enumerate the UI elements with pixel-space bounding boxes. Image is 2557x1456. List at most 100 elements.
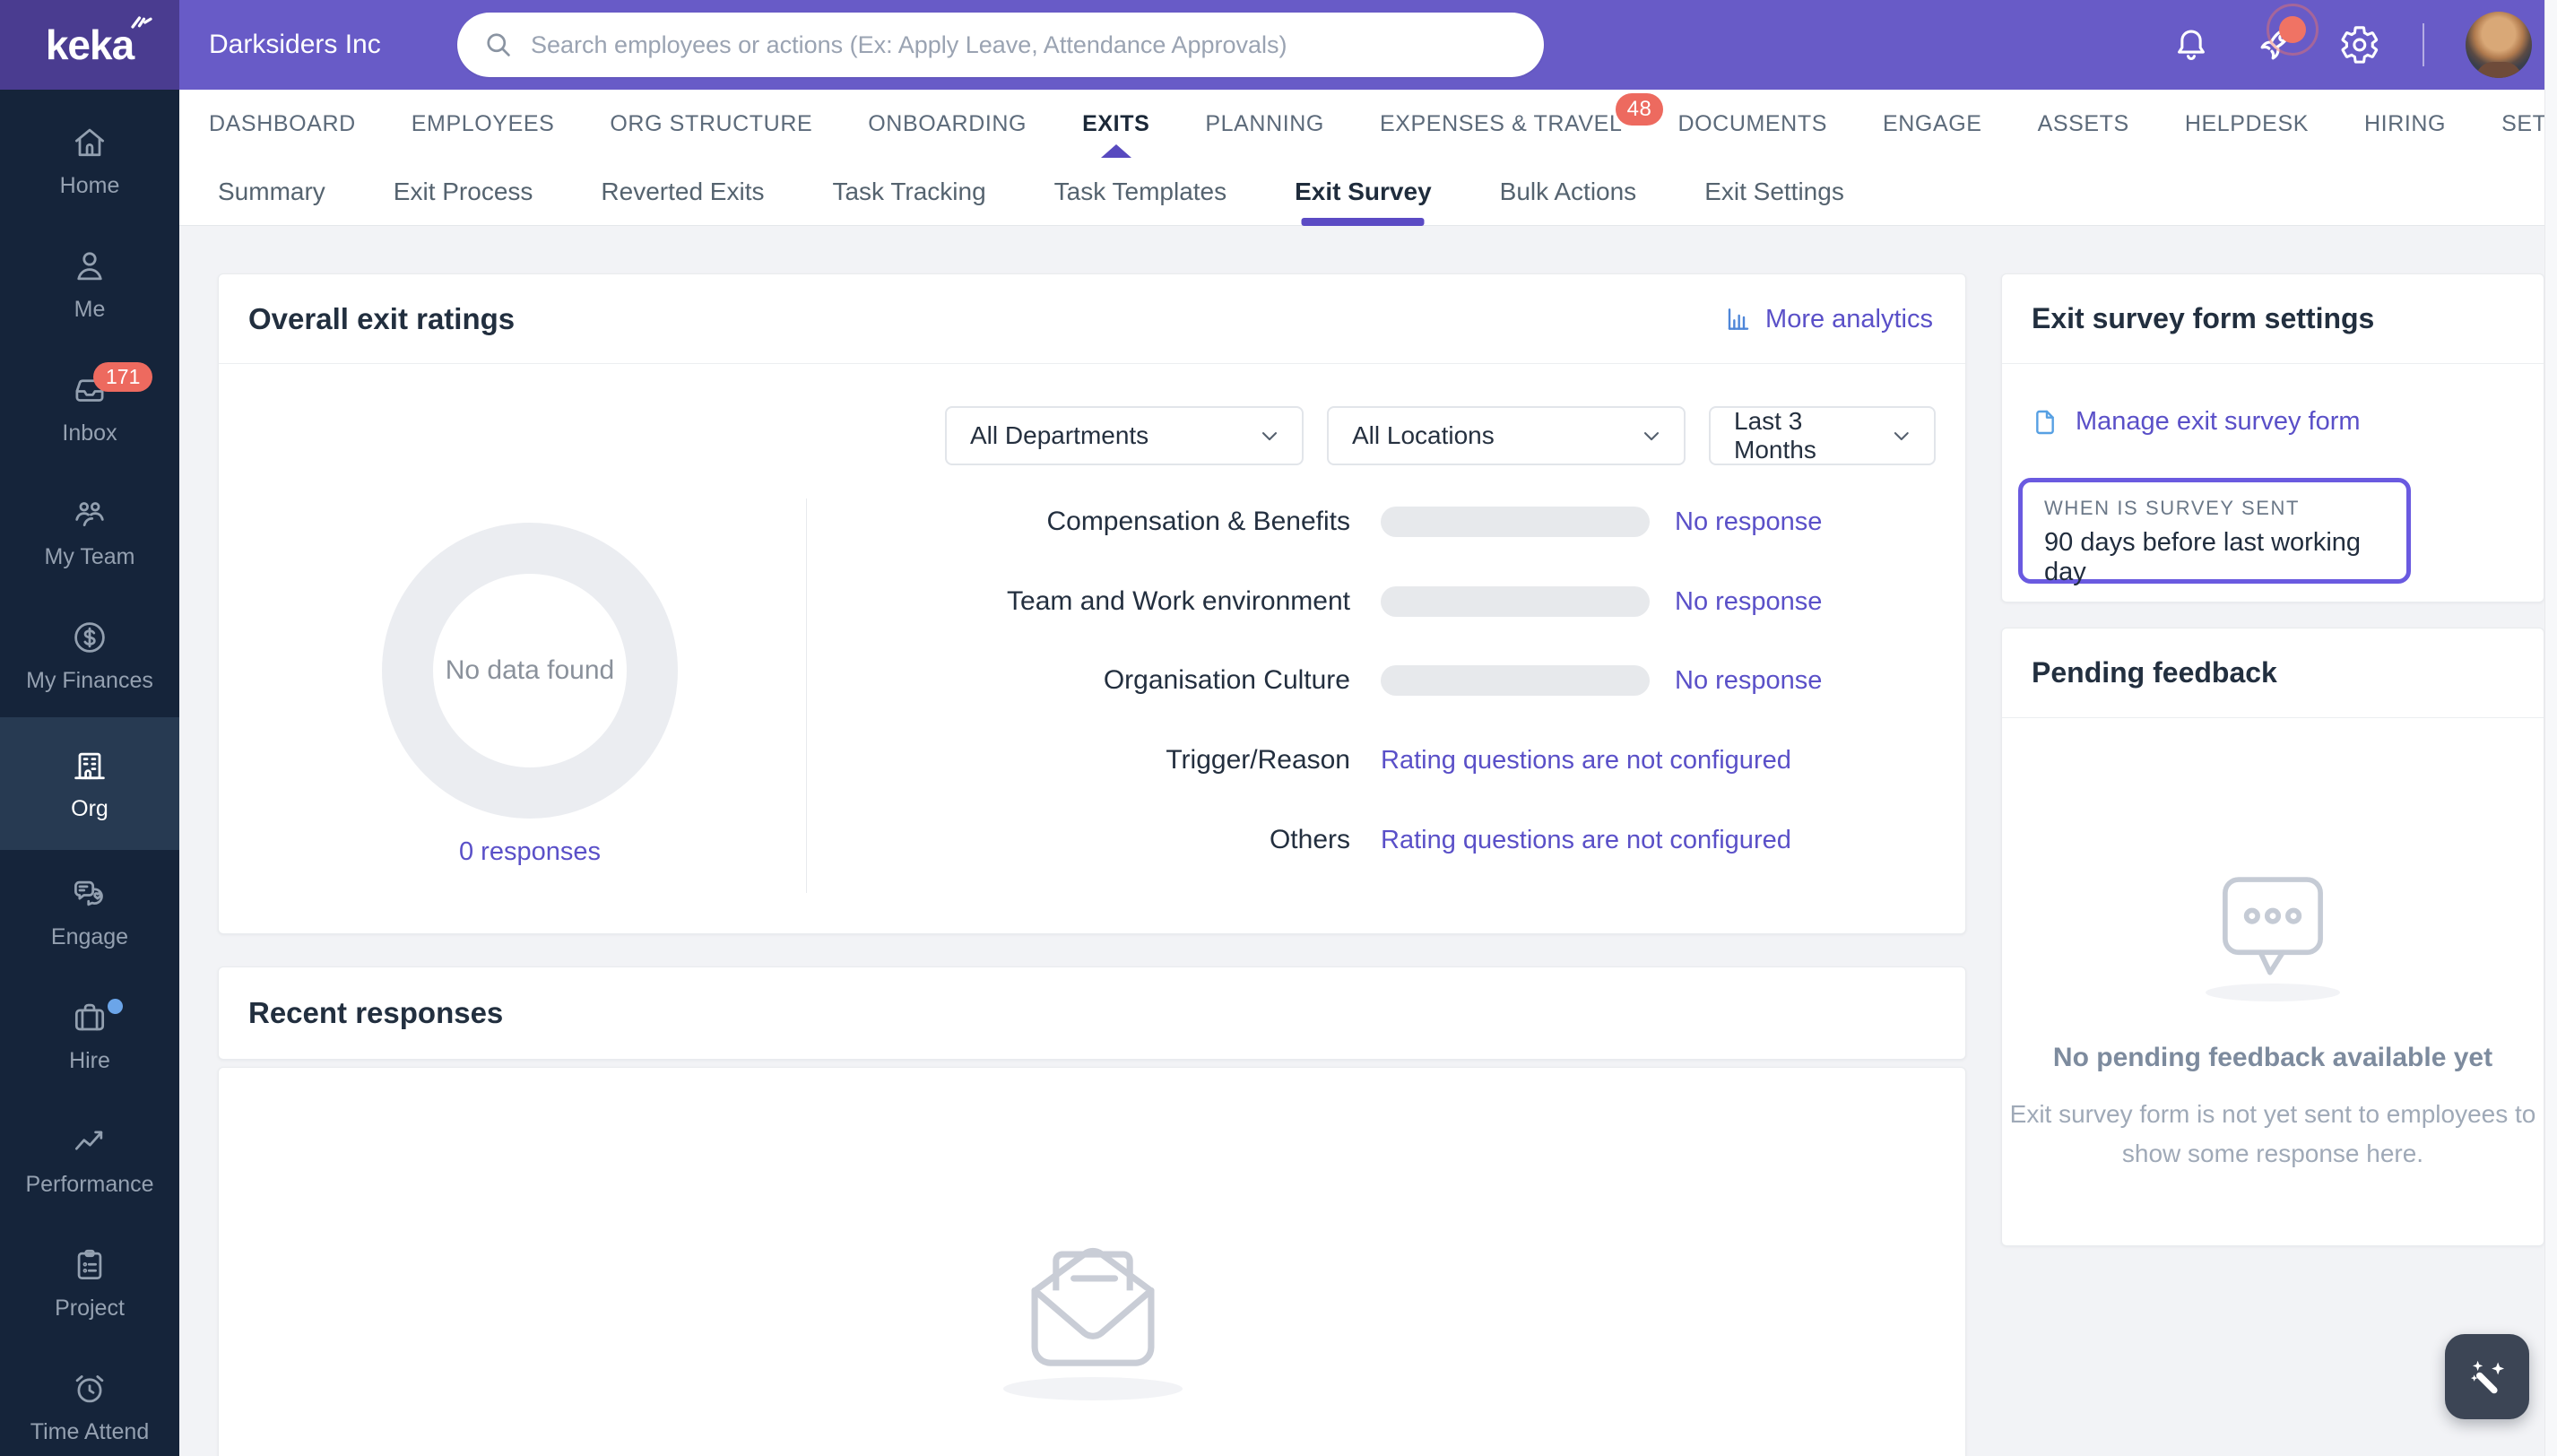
sidebar-item-home[interactable]: Home [0,99,179,222]
topbar: keka Darksiders Inc [0,0,2557,90]
tab-exit-process[interactable]: Exit Process [394,158,533,226]
nav-expenses-travel[interactable]: EXPENSES & TRAVEL 48 [1380,90,1664,158]
whats-new-button[interactable] [2254,4,2319,66]
home-icon [74,128,105,156]
sidebar-item-label: Performance [25,1171,154,1197]
configure-rating-link[interactable]: Rating questions are not configured [1381,746,1791,776]
main-nav: DASHBOARD EMPLOYEES ORG STRUCTURE ONBOAR… [179,90,2557,158]
exit-survey-page: keka Darksiders Inc Search employees or … [0,0,2557,1456]
empty-rating-bar [1381,507,1650,537]
sidebar-item-hire[interactable]: Hire [0,974,179,1097]
responses-count-link[interactable]: 0 responses [382,837,678,867]
period-dropdown[interactable]: Last 3 Months [1709,406,1936,465]
sidebar-item-label: Time Attend [30,1418,150,1444]
notification-dot [2279,16,2306,43]
manage-exit-survey-form-link[interactable]: Manage exit survey form [2031,407,2361,437]
sidebar-item-me[interactable]: Me [0,222,179,346]
pending-feedback-header: Pending feedback [2002,628,2544,718]
sidebar-item-label: Me [74,296,106,322]
empty-rating-bar [1381,665,1650,696]
settings-card-title: Exit survey form settings [2032,302,2375,334]
rating-row: Compensation & Benefits No response [1046,507,1823,537]
user-icon [77,251,102,280]
no-response-link[interactable]: No response [1675,507,1822,537]
locations-dropdown[interactable]: All Locations [1327,406,1686,465]
rating-row: Team and Work environment No response [1007,586,1823,617]
sidebar-item-project[interactable]: Project [0,1221,179,1345]
overall-exit-ratings-card: Overall exit ratings More analytics All … [218,273,1966,934]
performance-icon [74,1131,103,1150]
scrollbar-track[interactable] [2544,0,2557,1456]
nav-documents[interactable]: DOCUMENTS [1677,90,1827,158]
tab-exit-settings[interactable]: Exit Settings [1704,158,1844,226]
sidebar-item-label: My Team [44,543,135,569]
nav-onboarding[interactable]: ONBOARDING [868,90,1027,158]
header-nav: DASHBOARD EMPLOYEES ORG STRUCTURE ONBOAR… [179,90,2557,226]
sidebar-item-engage[interactable]: Engage [0,850,179,974]
active-tab-underline [1301,218,1425,226]
nav-planning[interactable]: PLANNING [1205,90,1324,158]
tab-reverted-exits[interactable]: Reverted Exits [601,158,764,226]
sidebar-item-label: My Finances [26,667,153,693]
when-survey-sent-label: WHEN IS SURVEY SENT [2044,497,2301,519]
nav-engage[interactable]: ENGAGE [1883,90,1982,158]
settings-button[interactable] [2338,23,2381,66]
engage-icon [74,880,103,906]
nav-exits[interactable]: EXITS [1082,90,1149,158]
sidebar-item-org[interactable]: Org [0,717,179,850]
nav-employees[interactable]: EMPLOYEES [412,90,555,158]
tab-bulk-actions[interactable]: Bulk Actions [1500,158,1637,226]
ai-assistant-button[interactable] [2445,1334,2529,1419]
sidebar-item-my-finances[interactable]: My Finances [0,594,179,717]
team-icon [75,501,104,526]
project-icon [77,1249,102,1279]
keka-logo[interactable]: keka [0,0,179,90]
sidebar-item-time-attend[interactable]: Time Attend [0,1345,179,1456]
sidebar-item-performance[interactable]: Performance [0,1097,179,1221]
bar-chart-icon [1728,308,1749,330]
chevron-down-icon [1894,432,1910,441]
expenses-badge: 48 [1615,93,1664,126]
global-search[interactable] [457,13,1544,77]
ratings-vertical-divider [806,498,807,893]
document-icon [2036,410,2054,434]
when-survey-sent-value: 90 days before last working day [2044,528,2362,586]
inbox-badge: 171 [93,362,153,393]
gear-icon [2341,26,2379,64]
hire-notification-dot [108,999,123,1014]
pending-feedback-empty-state [2201,857,2345,1001]
tab-task-templates[interactable]: Task Templates [1054,158,1226,226]
pending-feedback-card: Pending feedback No pending feedback ava… [2001,628,2544,1246]
rating-row: Trigger/Reason Rating questions are not … [1166,745,1791,776]
notifications-button[interactable] [2170,23,2213,66]
configure-rating-link[interactable]: Rating questions are not configured [1381,826,1791,855]
settings-card-header: Exit survey form settings [2002,274,2544,364]
ratings-card-title: Overall exit ratings [248,301,516,335]
tab-summary[interactable]: Summary [218,158,325,226]
chevron-down-icon [1261,432,1278,441]
ratings-card-header: Overall exit ratings More analytics [219,274,1965,364]
no-response-link[interactable]: No response [1675,666,1822,696]
sidebar-item-inbox[interactable]: 171 Inbox [0,346,179,470]
tab-exit-survey[interactable]: Exit Survey [1295,158,1432,226]
company-name: Darksiders Inc [209,30,381,59]
avatar[interactable] [2466,12,2532,78]
nav-assets[interactable]: ASSETS [2038,90,2129,158]
nav-dashboard[interactable]: DASHBOARD [209,90,356,158]
sidebar-item-my-team[interactable]: My Team [0,470,179,594]
nav-org-structure[interactable]: ORG STRUCTURE [610,90,812,158]
keka-spark-icon [131,16,152,29]
no-response-link[interactable]: No response [1675,587,1822,617]
nav-helpdesk[interactable]: HELPDESK [2185,90,2309,158]
search-icon [487,33,510,56]
departments-dropdown[interactable]: All Departments [945,406,1304,465]
brand-wordmark: keka [45,22,134,68]
tab-task-tracking[interactable]: Task Tracking [832,158,985,226]
topbar-actions [2170,0,2557,90]
sidebar-item-label: Home [59,172,120,198]
more-analytics-link[interactable]: More analytics [1724,274,1933,364]
nav-hiring[interactable]: HIRING [2364,90,2446,158]
bell-icon [2178,30,2205,61]
search-input[interactable] [531,30,1499,59]
ratings-donut-chart: No data found [382,523,678,819]
